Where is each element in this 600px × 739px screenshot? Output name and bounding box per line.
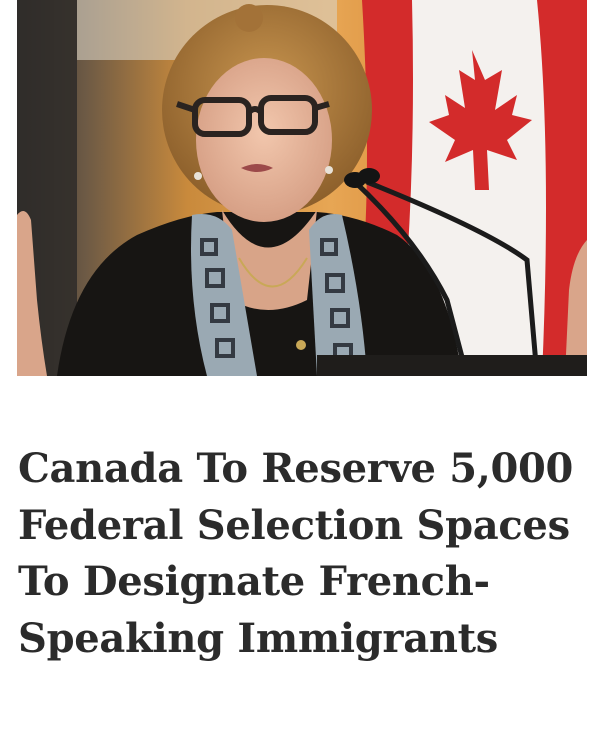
article-photo [17, 0, 587, 376]
podium [317, 355, 587, 376]
article-headline[interactable]: Canada To Reserve 5,000 Federal Selectio… [18, 441, 584, 667]
face [196, 58, 332, 222]
